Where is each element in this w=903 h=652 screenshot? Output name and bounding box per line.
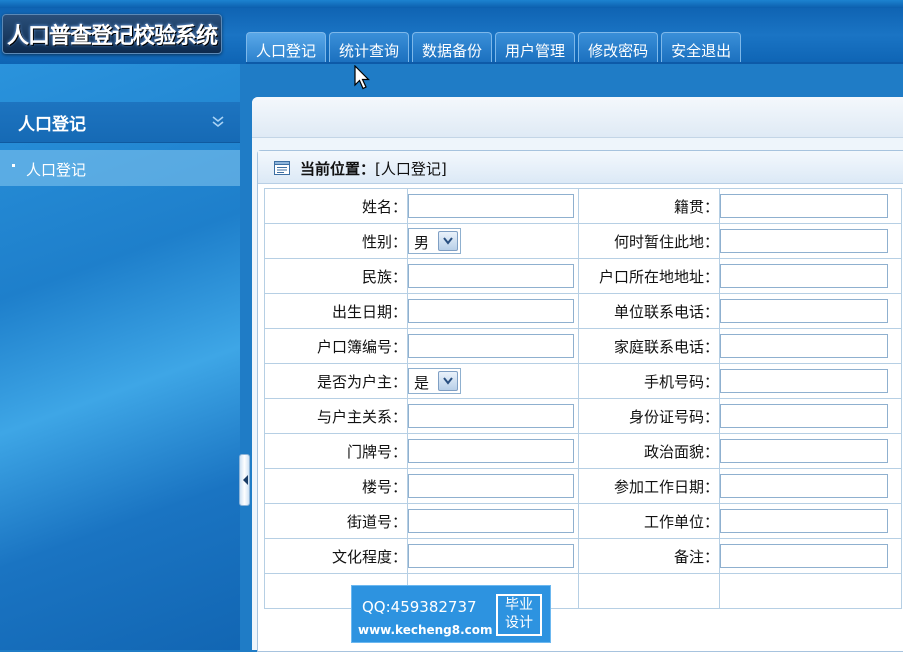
mobile-number-label: 手机号码：: [578, 363, 720, 399]
native-place-label: 籍贯：: [578, 188, 720, 224]
building-number-label: 楼号：: [264, 468, 408, 504]
app-title: 人口普查登记校验系统: [7, 24, 218, 49]
watermark-url: www.kecheng8.com: [358, 623, 493, 637]
watermark-qq: QQ:459382737: [362, 598, 477, 616]
temporary-residence-date-input[interactable]: [720, 229, 888, 253]
household-address-label: 户口所在地地址：: [578, 258, 720, 294]
double-chevron-down-icon[interactable]: [210, 114, 226, 130]
sidebar-item-population-register[interactable]: 人口登记: [0, 150, 240, 186]
work-start-date-label: 参加工作日期：: [578, 468, 720, 504]
form-row: 性别： 男 何时暂住此地：: [264, 223, 902, 259]
register-panel: 当前位置：[人口登记] 姓名： 籍贯： 性别： 男 何时暂住此地： 民族： 户口…: [257, 150, 903, 652]
content-toolbar: [252, 97, 903, 138]
gender-label: 性别：: [264, 223, 408, 259]
watermark-badge: 毕业 设计: [496, 594, 542, 636]
home-phone-label: 家庭联系电话：: [578, 328, 720, 364]
work-unit-input[interactable]: [720, 509, 888, 533]
name-label: 姓名：: [264, 188, 408, 224]
form-row: 街道号： 工作单位：: [264, 503, 902, 539]
relation-to-householder-input[interactable]: [408, 404, 574, 428]
empty-cell: [719, 573, 902, 609]
birth-date-label: 出生日期：: [264, 293, 408, 329]
tab-population-register[interactable]: 人口登记: [246, 32, 327, 63]
gender-select[interactable]: 男: [408, 228, 461, 254]
house-number-input[interactable]: [408, 439, 574, 463]
remarks-label: 备注：: [578, 538, 720, 574]
work-unit-label: 工作单位：: [578, 503, 720, 539]
app-logo: 人口普查登记校验系统: [2, 14, 222, 54]
form-row: 楼号： 参加工作日期：: [264, 468, 902, 504]
watermark-badge-line2: 设计: [505, 615, 533, 631]
empty-cell: [578, 573, 720, 609]
sidebar-splitter[interactable]: [239, 454, 250, 506]
home-phone-input[interactable]: [720, 334, 888, 358]
remarks-input[interactable]: [720, 544, 888, 568]
building-number-input[interactable]: [408, 474, 574, 498]
name-input[interactable]: [408, 194, 574, 218]
panel-header: 当前位置：[人口登记]: [258, 151, 903, 184]
is-householder-select[interactable]: 是: [408, 368, 461, 394]
tab-logout[interactable]: 安全退出: [661, 32, 742, 63]
house-number-label: 门牌号：: [264, 433, 408, 469]
form-row: 户口簿编号： 家庭联系电话：: [264, 328, 902, 364]
household-address-input[interactable]: [720, 264, 888, 288]
household-book-number-input[interactable]: [408, 334, 574, 358]
form-row: 门牌号： 政治面貌：: [264, 433, 902, 469]
work-phone-label: 单位联系电话：: [578, 293, 720, 329]
relation-to-householder-label: 与户主关系：: [264, 398, 408, 434]
arrow-left-icon: [243, 475, 248, 485]
form-row: 文化程度： 备注：: [264, 538, 902, 574]
breadcrumb-value: [人口登记]: [375, 160, 447, 178]
id-number-input[interactable]: [720, 404, 888, 428]
work-phone-input[interactable]: [720, 299, 888, 323]
form-row: 姓名： 籍贯：: [264, 188, 902, 224]
form-row: 出生日期： 单位联系电话：: [264, 293, 902, 329]
register-form: 姓名： 籍贯： 性别： 男 何时暂住此地： 民族： 户口所在地地址： 出生日期：…: [264, 188, 902, 609]
form-row: 是否为户主： 是 手机号码：: [264, 363, 902, 399]
street-number-input[interactable]: [408, 509, 574, 533]
temporary-residence-date-label: 何时暂住此地：: [578, 223, 720, 259]
form-row: 与户主关系： 身份证号码：: [264, 398, 902, 434]
tab-user-management[interactable]: 用户管理: [495, 32, 576, 63]
sidebar: 人口登记 人口登记: [0, 64, 240, 650]
birth-date-input[interactable]: [408, 299, 574, 323]
document-icon: [274, 161, 290, 175]
breadcrumb-prefix: 当前位置：: [300, 160, 376, 178]
sidebar-title: 人口登记: [18, 115, 86, 135]
tab-data-backup[interactable]: 数据备份: [412, 32, 493, 63]
ethnicity-input[interactable]: [408, 264, 574, 288]
street-number-label: 街道号：: [264, 503, 408, 539]
gender-select-value: 男: [414, 234, 430, 252]
chevron-down-icon[interactable]: [438, 231, 458, 251]
household-book-number-label: 户口簿编号：: [264, 328, 408, 364]
native-place-input[interactable]: [720, 194, 888, 218]
form-row: 民族： 户口所在地地址：: [264, 258, 902, 294]
tab-change-password[interactable]: 修改密码: [578, 32, 659, 63]
breadcrumb: 当前位置：[人口登记]: [300, 158, 447, 179]
political-status-input[interactable]: [720, 439, 888, 463]
sidebar-item-label: 人口登记: [26, 161, 87, 179]
ethnicity-label: 民族：: [264, 258, 408, 294]
main-content: 当前位置：[人口登记] 姓名： 籍贯： 性别： 男 何时暂住此地： 民族： 户口…: [252, 97, 903, 652]
work-start-date-input[interactable]: [720, 474, 888, 498]
id-number-label: 身份证号码：: [578, 398, 720, 434]
main-nav: 人口登记 统计查询 数据备份 用户管理 修改密码 安全退出: [246, 32, 744, 64]
watermark-badge-line1: 毕业: [505, 597, 533, 613]
is-householder-select-value: 是: [414, 374, 430, 392]
education-level-input[interactable]: [408, 544, 574, 568]
mobile-number-input[interactable]: [720, 369, 888, 393]
bullet-icon: [12, 164, 15, 167]
sidebar-header[interactable]: 人口登记: [0, 102, 240, 143]
political-status-label: 政治面貌：: [578, 433, 720, 469]
header-topline: [0, 0, 903, 8]
tab-statistics-query[interactable]: 统计查询: [329, 32, 410, 63]
nav-underline: [246, 62, 903, 64]
chevron-down-icon[interactable]: [438, 371, 458, 391]
watermark-overlay: QQ:459382737 www.kecheng8.com 毕业 设计: [351, 585, 551, 643]
is-householder-label: 是否为户主：: [264, 363, 408, 399]
mouse-pointer-icon: [354, 65, 370, 90]
education-level-label: 文化程度：: [264, 538, 408, 574]
